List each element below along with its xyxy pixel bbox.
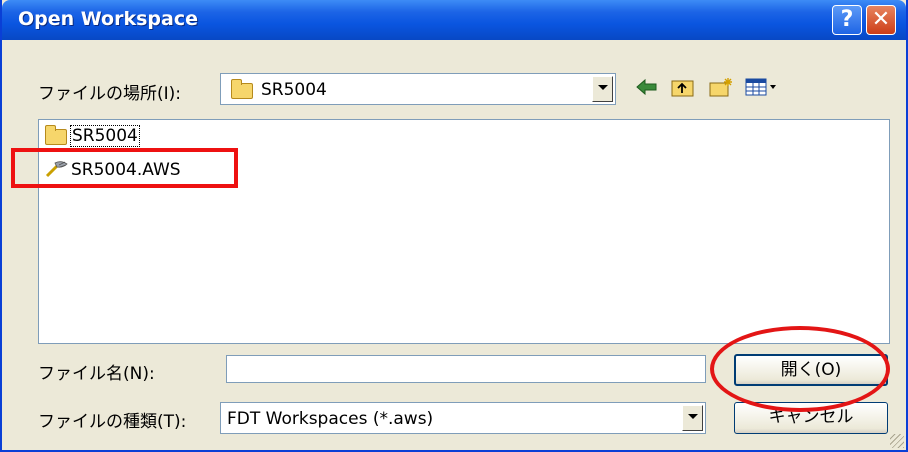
chevron-down-icon[interactable] xyxy=(592,76,613,102)
look-in-value: SR5004 xyxy=(261,80,327,100)
close-button[interactable]: ✕ xyxy=(866,5,896,35)
resize-grip[interactable] xyxy=(890,434,904,448)
folder-icon xyxy=(45,125,67,145)
folder-icon xyxy=(231,79,253,99)
annotation-circle xyxy=(710,326,890,412)
back-arrow-icon[interactable] xyxy=(634,76,660,98)
file-type-dropdown[interactable]: FDT Workspaces (*.aws) xyxy=(220,402,706,434)
look-in-label: ファイルの場所(I): xyxy=(38,84,182,104)
dialog-title: Open Workspace xyxy=(18,8,198,30)
open-workspace-dialog: Open Workspace ? ✕ ファイルの場所(I): SR5004 SR… xyxy=(0,0,908,452)
file-name-field[interactable] xyxy=(226,355,706,383)
look-in-dropdown[interactable]: SR5004 xyxy=(220,73,616,105)
new-folder-icon[interactable] xyxy=(708,76,734,98)
file-name-label: ファイル名(N): xyxy=(38,364,155,384)
file-name: SR5004 xyxy=(70,125,140,147)
view-menu-icon[interactable] xyxy=(744,76,780,98)
file-type-value: FDT Workspaces (*.aws) xyxy=(227,409,434,429)
file-type-label: ファイルの種類(T): xyxy=(38,412,187,432)
help-button[interactable]: ? xyxy=(832,5,862,35)
title-bar: Open Workspace ? ✕ xyxy=(2,0,906,40)
chevron-down-icon[interactable] xyxy=(682,405,703,431)
up-folder-icon[interactable] xyxy=(670,76,696,98)
annotation-highlight-box xyxy=(11,148,238,188)
